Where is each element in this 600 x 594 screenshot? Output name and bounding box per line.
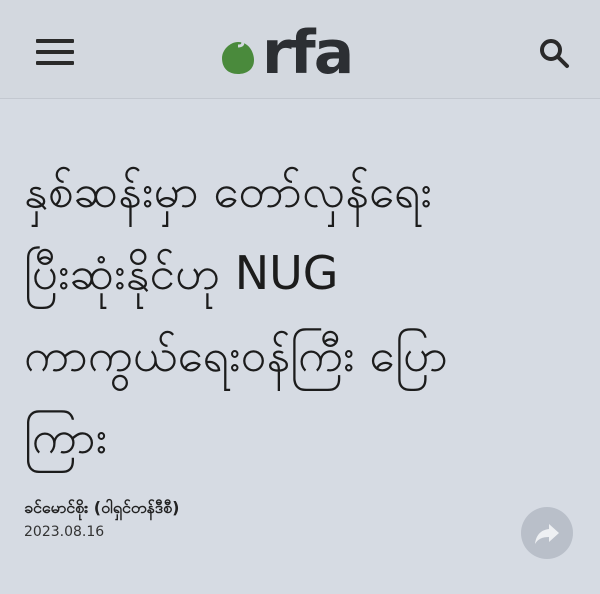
hamburger-line <box>36 61 74 65</box>
search-button[interactable] <box>538 37 570 69</box>
headline-line: ကြား <box>24 410 108 464</box>
hamburger-line <box>36 50 74 54</box>
article-author[interactable]: ခင်မောင်စိုး (ဝါရှင်တန်ဒီစီ) <box>24 497 179 521</box>
headline-line: ပြီးဆုံးနိုင်ဟု NUG <box>24 246 339 300</box>
article-headline: နှစ်ဆန်းမှာ တော်လှန်ရေး ပြီးဆုံးနိုင်ဟု … <box>24 150 584 478</box>
search-icon <box>540 39 569 68</box>
share-button[interactable] <box>521 507 573 559</box>
share-arrow-icon <box>535 524 559 544</box>
headline-line: ကာကွယ်ရေးဝန်ကြီး ပြော <box>24 328 449 382</box>
rfa-logo[interactable]: rfa <box>220 20 380 86</box>
headline-line: နှစ်ဆန်းမှာ တော်လှန်ရေး <box>24 164 433 218</box>
logo-text: rfa <box>262 18 354 88</box>
logo-leaf-icon <box>222 40 254 74</box>
article-date: 2023.08.16 <box>24 524 105 540</box>
menu-button[interactable] <box>36 36 76 68</box>
hamburger-menu-icon <box>36 39 74 43</box>
top-bar: rfa <box>0 0 600 99</box>
